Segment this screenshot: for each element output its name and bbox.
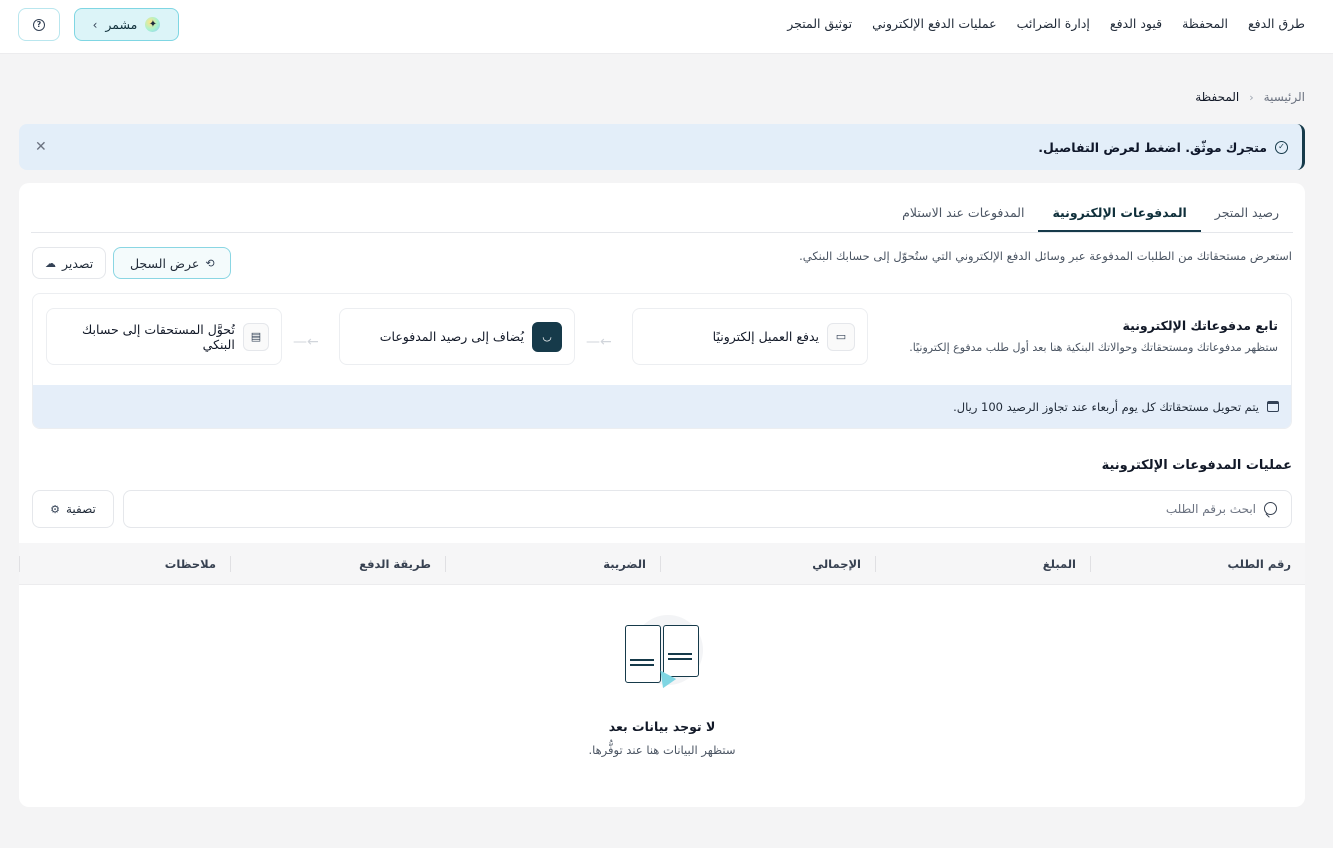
alert-message: ✓ متجرك موثّق. اضغط لعرض التفاصيل. [1038,140,1288,155]
wallet-tabs: رصيد المتجر المدفوعات الإلكترونية المدفو… [31,195,1293,233]
arrow-left-icon: ←— [293,334,319,350]
calendar-icon [1267,401,1279,412]
export-button[interactable]: تصدير ☁ [32,247,107,279]
tab-store-balance[interactable]: رصيد المتجر [1201,195,1293,232]
step-label: يدفع العميل إلكترونيًا [712,329,819,344]
column-amount[interactable]: المبلغ [875,543,1090,585]
search-icon [1264,501,1279,517]
wallet-icon: ◡ [532,321,562,352]
step-transferred-to-bank: ▤ تُحوَّل المستحقات إلى حسابك البنكي [46,308,282,365]
order-search [123,490,1292,528]
verified-store-alert[interactable]: ✓ متجرك موثّق. اضغط لعرض التفاصيل. ✕ [19,124,1305,170]
bank-icon: ▤ [242,322,269,351]
nav-wallet[interactable]: المحفظة [1182,16,1228,31]
view-history-label: عرض السجل [129,255,200,271]
column-payment-method[interactable]: طريقة الدفع [230,543,445,585]
column-order-number[interactable]: رقم الطلب [1090,543,1305,585]
transfer-schedule-note: يتم تحويل مستحقاتك كل يوم أربعاء عند تجا… [33,385,1291,428]
table-header: رقم الطلب المبلغ الإجمالي الضريبة طريقة … [19,543,1305,585]
breadcrumb-current: المحفظة [1195,90,1240,104]
breadcrumb: الرئيسية ‹ المحفظة [1195,90,1305,104]
filter-label: تصفية [66,502,96,516]
cloud-download-icon: ☁ [45,256,56,270]
chevron-icon: ‹ [1249,90,1254,104]
alert-text: متجرك موثّق. اضغط لعرض التفاصيل. [1038,139,1267,155]
step-added-to-balance: ◡ يُضاف إلى رصيد المدفوعات [339,308,575,365]
help-button[interactable]: ? [18,8,60,41]
card-icon: ▭ [827,322,855,351]
column-total[interactable]: الإجمالي [660,543,875,585]
sparkle-icon: ✦ [145,17,161,32]
arrow-left-icon: ←— [586,334,612,350]
question-icon: ? [33,18,45,31]
empty-state: لا توجد بيانات بعد ستظهر البيانات هنا عن… [19,611,1305,757]
filter-button[interactable]: تصفية ⚙ [32,490,114,528]
step-label: تُحوَّل المستحقات إلى حسابك البنكي [82,321,235,352]
tab-cash-on-delivery[interactable]: المدفوعات عند الاستلام [888,195,1038,232]
close-icon[interactable]: ✕ [35,139,47,155]
history-icon: ⟲ [205,256,215,270]
wallet-card: رصيد المتجر المدفوعات الإلكترونية المدفو… [19,183,1305,807]
tab-electronic-payments[interactable]: المدفوعات الإلكترونية [1038,195,1201,232]
column-tax[interactable]: الضريبة [445,543,660,585]
search-input[interactable] [156,502,1256,516]
empty-subtitle: ستظهر البيانات هنا عند توفُّرها. [588,743,736,757]
top-navigation: طرق الدفع المحفظة قيود الدفع إدارة الضرا… [787,0,1305,46]
empty-documents-icon [617,611,707,701]
sliders-icon: ⚙ [50,502,60,516]
note-text: يتم تحويل مستحقاتك كل يوم أربعاء عند تجا… [953,399,1259,414]
column-notes[interactable]: ملاحظات [19,543,230,585]
assistant-chip[interactable]: ‹ مشمر ✦ [74,8,179,41]
breadcrumb-home[interactable]: الرئيسية [1264,90,1305,104]
nav-payment-restrictions[interactable]: قيود الدفع [1110,16,1162,31]
nav-electronic-payment-operations[interactable]: عمليات الدفع الإلكتروني [872,16,997,31]
step-customer-pays: ▭ يدفع العميل إلكترونيًا [632,308,868,365]
operations-title: عمليات المدفوعات الإلكترونية [1101,458,1292,473]
step-label: يُضاف إلى رصيد المدفوعات [379,329,524,344]
export-label: تصدير [62,255,94,271]
view-history-button[interactable]: ⟲ عرض السجل [113,247,232,279]
tracker-header: تابع مدفوعاتك الإلكترونية ستظهر مدفوعاتك… [909,318,1278,354]
top-bar: طرق الدفع المحفظة قيود الدفع إدارة الضرا… [0,0,1333,54]
assistant-chip-label: مشمر [105,17,138,32]
tracker-subtitle: ستظهر مدفوعاتك ومستحقاتك وحوالاتك البنكي… [909,341,1278,354]
empty-title: لا توجد بيانات بعد [608,719,716,734]
payments-tracker: تابع مدفوعاتك الإلكترونية ستظهر مدفوعاتك… [32,293,1292,429]
verified-check-icon: ✓ [1275,140,1288,154]
nav-store-verification[interactable]: توثيق المتجر [787,16,852,31]
nav-payment-methods[interactable]: طرق الدفع [1248,16,1305,31]
tab-description: استعرض مستحقاتك من الطلبات المدفوعة عبر … [799,249,1292,263]
nav-tax-management[interactable]: إدارة الضرائب [1017,16,1090,31]
tracker-title: تابع مدفوعاتك الإلكترونية [1122,318,1278,333]
chevron-left-icon: ‹ [92,17,98,32]
top-actions: ? ‹ مشمر ✦ [18,8,179,41]
tab-actions: تصدير ☁ ⟲ عرض السجل [32,247,232,279]
